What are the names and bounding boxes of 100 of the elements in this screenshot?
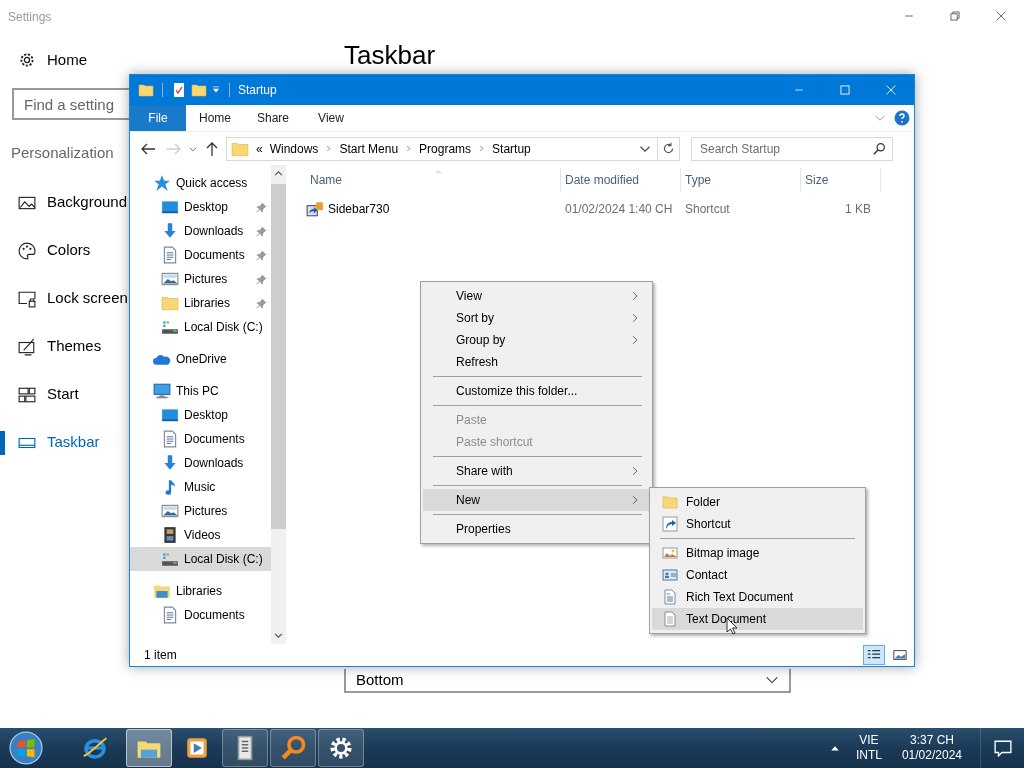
document-icon <box>161 430 179 448</box>
nav-pane-item[interactable]: OneDrive <box>130 347 271 371</box>
nav-pane-item[interactable]: Videos <box>130 523 271 547</box>
document-icon <box>161 246 179 264</box>
breadcrumb-item[interactable]: Programs <box>419 139 472 158</box>
chevron-right-icon <box>478 145 486 152</box>
chevron-right-icon <box>405 145 413 152</box>
nav-pane-item[interactable]: Documents <box>130 603 271 627</box>
column-header[interactable]: Type <box>681 168 801 192</box>
media-player-icon <box>184 735 210 761</box>
star-icon <box>153 174 171 192</box>
ribbon-tab[interactable]: Home <box>186 105 244 131</box>
window-title: Startup <box>238 82 277 99</box>
menu-item[interactable]: Properties <box>423 518 650 540</box>
nav-pane-item[interactable]: Libraries <box>130 579 271 603</box>
breadcrumb-item[interactable]: Windows <box>269 139 319 158</box>
drive-icon <box>161 550 179 568</box>
menu-item[interactable]: Rich Text Document <box>652 586 863 608</box>
taskbar-button[interactable] <box>318 729 364 767</box>
column-header[interactable]: Size <box>801 168 881 192</box>
menu-item[interactable]: Bitmap image <box>652 542 863 564</box>
path-overflow[interactable]: « <box>256 139 263 158</box>
settings-nav-item[interactable]: Lock screen <box>12 274 128 323</box>
nav-pane-item[interactable]: Libraries <box>130 291 271 315</box>
time-text: 3:37 CH <box>908 733 955 748</box>
nav-pane-item[interactable]: Pictures <box>130 267 271 291</box>
menu-item[interactable]: View <box>423 285 650 307</box>
breadcrumb-item[interactable]: Startup <box>492 139 531 158</box>
taskbar-button[interactable] <box>222 729 268 767</box>
close-icon <box>996 11 1006 21</box>
nav-pane-item[interactable]: Downloads <box>130 219 271 243</box>
nav-pane-item[interactable]: Local Disk (C:) <box>130 315 271 339</box>
language-indicator[interactable]: VIE INTL <box>855 733 882 763</box>
thumbnail-view-icon <box>893 648 907 662</box>
breadcrumb-item[interactable]: Start Menu <box>339 139 399 158</box>
home-link[interactable]: Home <box>12 36 87 84</box>
drive-icon <box>161 318 179 336</box>
chevron-right-icon <box>325 145 333 152</box>
view-button[interactable] <box>863 645 885 665</box>
lock-screen-icon <box>18 289 36 308</box>
menu-item[interactable]: Refresh <box>423 351 650 373</box>
menu-item[interactable]: Group by <box>423 329 650 351</box>
file-tab[interactable]: File <box>130 105 186 131</box>
date-text: 01/02/2024 <box>901 748 962 763</box>
search-field[interactable]: Search Startup <box>691 136 893 161</box>
menu-item[interactable]: Customize this folder... <box>423 380 650 402</box>
clock[interactable]: 3:37 CH 01/02/2024 <box>901 733 962 763</box>
nav-pane-item[interactable]: Music <box>130 475 271 499</box>
nav-pane-item[interactable]: Local Disk (C:) <box>130 547 271 571</box>
file-name[interactable]: Sidebar730 <box>328 200 390 218</box>
themes-icon <box>18 337 36 356</box>
search-field[interactable]: Find a setting <box>12 88 130 120</box>
pin-icon <box>256 273 267 285</box>
gear-icon <box>18 51 36 69</box>
status-text: 1 item <box>144 647 177 664</box>
ribbon-tab[interactable]: View <box>302 105 360 131</box>
nav-pane-item[interactable]: Pictures <box>130 499 271 523</box>
refresh-icon <box>662 142 675 155</box>
dropdown[interactable]: Bottom <box>344 669 791 693</box>
nav-pane-item[interactable]: Documents <box>130 427 271 451</box>
help-icon[interactable] <box>894 110 910 126</box>
search-icon <box>873 142 886 155</box>
column-header[interactable]: Date modified <box>561 168 681 192</box>
settings-nav-item[interactable]: Background <box>12 178 128 227</box>
windows-orb-icon <box>9 731 43 765</box>
chevron-right-icon <box>630 334 640 346</box>
menu-item[interactable]: Text Document <box>652 608 863 630</box>
chevron-right-icon <box>630 290 640 302</box>
contact-card-icon <box>662 567 678 583</box>
table-cell-text: 1 KB <box>844 201 872 218</box>
settings-nav-item[interactable]: Colors <box>12 226 91 275</box>
chevron-right-icon <box>630 465 640 477</box>
nav-pane-item[interactable]: Downloads <box>130 451 271 475</box>
restore-icon <box>950 11 960 21</box>
ribbon-tab[interactable]: Share <box>244 105 302 131</box>
document-icon <box>662 589 678 605</box>
nav-pane-item[interactable]: Documents <box>130 243 271 267</box>
menu-item[interactable]: Shortcut <box>652 513 863 535</box>
table-cell-text: 01/02/2024 1:40 CH <box>564 201 674 218</box>
language-text: VIE <box>858 733 880 748</box>
home-label[interactable]: Home <box>47 48 87 72</box>
column-header[interactable]: Name <box>306 168 561 192</box>
nav-pane-item[interactable]: Desktop <box>130 195 271 219</box>
menu-item[interactable]: Sort by <box>423 307 650 329</box>
nav-pane-item[interactable]: This PC <box>130 379 271 403</box>
nav-pane-item[interactable]: Quick access <box>130 171 271 195</box>
image-icon <box>161 502 179 520</box>
scrollbar[interactable] <box>271 165 286 644</box>
menu-item[interactable]: Contact <box>652 564 863 586</box>
nav-pane-item[interactable]: Desktop <box>130 403 271 427</box>
settings-nav-item[interactable]: Start <box>12 370 79 419</box>
settings-nav-item[interactable]: Themes <box>12 322 102 371</box>
shortcut-file-icon <box>306 200 324 218</box>
window-title: Settings <box>7 9 53 26</box>
search-placeholder: Search Startup <box>700 140 781 158</box>
menu-item[interactable]: Folder <box>652 491 863 513</box>
address-bar[interactable]: « Windows Start Menu Programs Startup <box>226 136 680 161</box>
menu-item[interactable]: New <box>423 489 650 511</box>
table-cell-text: Shortcut <box>684 201 731 218</box>
menu-item[interactable]: Share with <box>423 460 650 482</box>
